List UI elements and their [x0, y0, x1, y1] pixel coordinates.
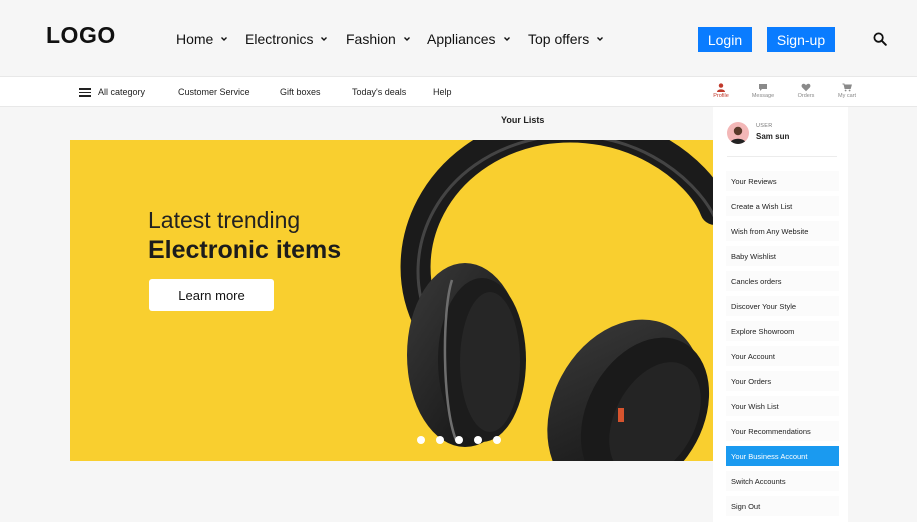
cart-button[interactable]: My cart: [832, 83, 862, 99]
nav-home-label: Home: [176, 31, 214, 47]
list-item-your-orders[interactable]: Your Orders: [726, 371, 839, 391]
list-item-your-reviews[interactable]: Your Reviews: [726, 171, 839, 191]
list-item-wish-from-any-website[interactable]: Wish from Any Website: [726, 221, 839, 241]
top-header: LOGO Home Electronics Fashion Appliances…: [0, 0, 917, 76]
nav-appliances-label: Appliances: [427, 31, 496, 47]
list-item-cancles-orders[interactable]: Cancles orders: [726, 271, 839, 291]
message-icon: [759, 84, 767, 91]
orders-label: Orders: [797, 93, 815, 99]
list-item-create-wish-list[interactable]: Create a Wish List: [726, 196, 839, 216]
hero-heading-line1: Latest trending: [148, 207, 301, 233]
chevron-down-icon: [221, 37, 228, 41]
nav-fashion[interactable]: Fashion: [346, 31, 412, 47]
profile-label: Profile: [713, 93, 729, 99]
user-tag: USER: [756, 123, 773, 129]
subnav-help[interactable]: Help: [433, 87, 452, 97]
heart-icon: [801, 83, 811, 92]
logo[interactable]: LOGO: [46, 22, 116, 49]
learn-more-button[interactable]: Learn more: [149, 279, 274, 311]
divider: [727, 156, 837, 157]
carousel-dot[interactable]: [455, 436, 463, 444]
list-item-your-business-account[interactable]: Your Business Account: [726, 446, 839, 466]
user-profile[interactable]: USER Sam sun: [727, 122, 837, 147]
subnav-customer-service[interactable]: Customer Service: [178, 87, 250, 97]
list-item-your-recommendations[interactable]: Your Recommendations: [726, 421, 839, 441]
list-item-switch-accounts[interactable]: Switch Accounts: [726, 471, 839, 491]
user-name: Sam sun: [756, 132, 790, 141]
chevron-down-icon: [321, 37, 328, 41]
subnav-gift-boxes[interactable]: Gift boxes: [280, 87, 321, 97]
nav-top-offers-label: Top offers: [528, 31, 590, 47]
login-button[interactable]: Login: [698, 27, 752, 52]
carousel-dot[interactable]: [474, 436, 482, 444]
subnav-todays-deals[interactable]: Today's deals: [352, 87, 406, 97]
hero-banner[interactable]: Latest trending Electronic items Learn m…: [70, 140, 715, 461]
hero-heading-line2: Electronic items: [148, 236, 342, 264]
chevron-down-icon: [503, 37, 510, 41]
message-button[interactable]: Message: [748, 83, 778, 99]
lists-dropdown-panel: USER Sam sun Your Reviews Create a Wish …: [713, 107, 848, 522]
profile-icon: [717, 83, 725, 92]
chevron-down-icon: [403, 37, 410, 41]
signup-button[interactable]: Sign-up: [767, 27, 835, 52]
nav-electronics[interactable]: Electronics: [245, 31, 329, 47]
nav-top-offers[interactable]: Top offers: [528, 31, 605, 47]
list-item-baby-wishlist[interactable]: Baby Wishlist: [726, 246, 839, 266]
cart-label: My cart: [837, 93, 857, 99]
carousel-dot[interactable]: [493, 436, 501, 444]
nav-appliances[interactable]: Appliances: [427, 31, 512, 47]
chevron-down-icon: [597, 37, 604, 41]
list-item-your-wish-list[interactable]: Your Wish List: [726, 396, 839, 416]
carousel-dots: [417, 436, 501, 444]
menu-icon[interactable]: [79, 88, 91, 97]
carousel-dot[interactable]: [436, 436, 444, 444]
list-item-explore-showroom[interactable]: Explore Showroom: [726, 321, 839, 341]
message-label: Message: [751, 93, 775, 99]
your-lists-title: Your Lists: [501, 115, 545, 125]
search-icon[interactable]: [873, 32, 887, 46]
sub-navigation: All category Customer Service Gift boxes…: [0, 76, 917, 107]
profile-button[interactable]: Profile: [706, 83, 736, 99]
carousel-dot[interactable]: [417, 436, 425, 444]
nav-electronics-label: Electronics: [245, 31, 314, 47]
cart-icon: [842, 83, 852, 92]
avatar: [727, 122, 749, 144]
list-item-discover-style[interactable]: Discover Your Style: [726, 296, 839, 316]
orders-button[interactable]: Orders: [791, 83, 821, 99]
list-item-your-account[interactable]: Your Account: [726, 346, 839, 366]
subnav-all-category[interactable]: All category: [98, 87, 145, 97]
nav-home[interactable]: Home: [176, 31, 229, 47]
nav-fashion-label: Fashion: [346, 31, 396, 47]
list-item-sign-out[interactable]: Sign Out: [726, 496, 839, 516]
